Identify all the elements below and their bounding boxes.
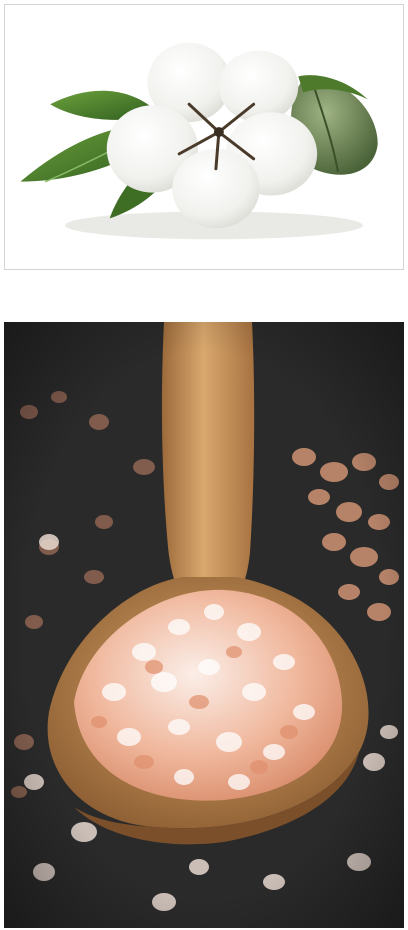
himalayan-salt-spoon-image	[4, 322, 404, 928]
cotton-boll-image	[4, 4, 404, 270]
salt-spoon-illustration	[4, 322, 404, 928]
cotton-boll-illustration	[5, 5, 403, 269]
